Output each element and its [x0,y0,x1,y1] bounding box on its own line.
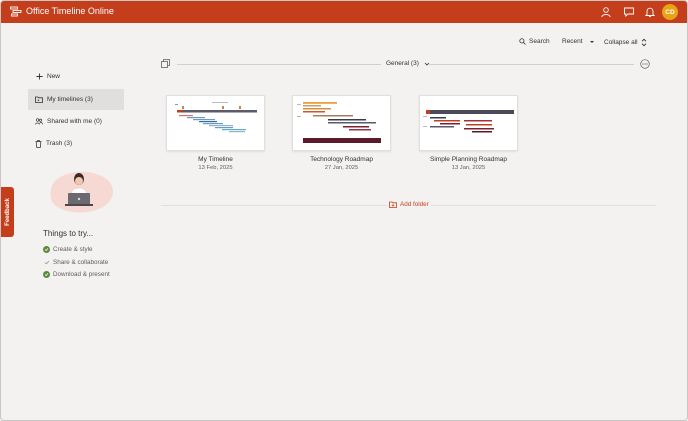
timeline-date: 27 Jan, 2025 [324,165,359,171]
timeline-card-simple-planning-roadmap[interactable] [419,95,518,151]
feedback-label: Feedback [4,198,11,226]
timeline-title[interactable]: Technology Roadmap [292,156,391,163]
todo-item-share-collaborate[interactable]: Share & collaborate [43,259,108,266]
section-divider [429,64,634,65]
search-icon [519,38,526,45]
select-all-icon[interactable] [161,59,170,68]
collapse-icon [641,38,646,47]
todo-label: Create & style [53,246,93,253]
todo-item-create-style[interactable]: Create & style [43,246,93,253]
section-divider [177,64,381,65]
user-avatar[interactable]: CD [662,4,678,20]
timeline-title[interactable]: Simple Planning Roadmap [419,156,518,163]
checkmark-done-icon [43,246,50,253]
sidebar-item-my-timelines[interactable]: My timelines (3) [28,89,124,110]
todo-label: Share & collaborate [53,259,109,266]
sidebar-item-trash[interactable]: Trash (3) [28,133,124,154]
sidebar-item-label: Shared with me (0) [47,118,102,125]
timeline-thumbnail [297,102,381,143]
new-timeline-button[interactable]: New [36,73,60,80]
app-title: Office Timeline Online [26,6,114,16]
checkmark-pending-icon [43,259,50,266]
things-to-try-heading: Things to try... [43,229,94,238]
top-bar: Office Timeline Online CD [1,1,687,23]
people-icon [35,118,43,125]
timeline-title[interactable]: My Timeline [166,156,265,163]
folder-icon [35,96,43,103]
sidebar-item-label: Trash (3) [46,140,73,147]
sidebar-item-shared-with-me[interactable]: Shared with me (0) [28,111,124,132]
timeline-thumbnail [175,102,257,133]
sort-dropdown[interactable]: Recent [562,38,595,45]
more-options-icon[interactable] [640,59,650,69]
account-icon[interactable] [600,6,612,18]
collapse-all-label: Collapse all [604,39,638,46]
checkmark-done-icon [43,271,50,278]
comments-icon[interactable] [623,6,635,18]
add-folder-label: Add folder [400,201,429,208]
notification-bell-icon[interactable] [644,6,656,18]
new-label: New [47,73,61,80]
section-header-general[interactable]: General (3) [386,60,430,67]
sort-label: Recent [562,38,583,45]
app-logo-icon [10,6,22,17]
timeline-card-technology-roadmap[interactable] [292,95,391,151]
todo-label: Download & present [53,271,110,278]
todo-item-download-present[interactable]: Download & present [43,271,110,278]
timeline-date: 13 Jan, 2025 [451,165,486,171]
chevron-down-icon [589,40,594,43]
trash-icon [35,139,42,148]
search-button[interactable]: Search [519,38,550,45]
search-label: Search [529,38,550,45]
feedback-tab[interactable]: Feedback [1,187,14,237]
add-folder-button[interactable]: Add folder [387,201,431,208]
plus-icon [36,73,43,80]
timeline-card-my-timeline[interactable] [166,95,265,151]
timeline-date: 13 Feb, 2025 [198,165,233,171]
sidebar-item-label: My timelines (3) [47,96,93,103]
section-title: General (3) [386,60,419,67]
collapse-all-button[interactable]: Collapse all [604,38,647,47]
add-folder-icon [389,201,397,208]
app-window: Office Timeline Online CD Search Recent … [0,0,688,421]
timeline-thumbnail [423,110,514,133]
person-with-laptop-illustration [50,171,113,213]
